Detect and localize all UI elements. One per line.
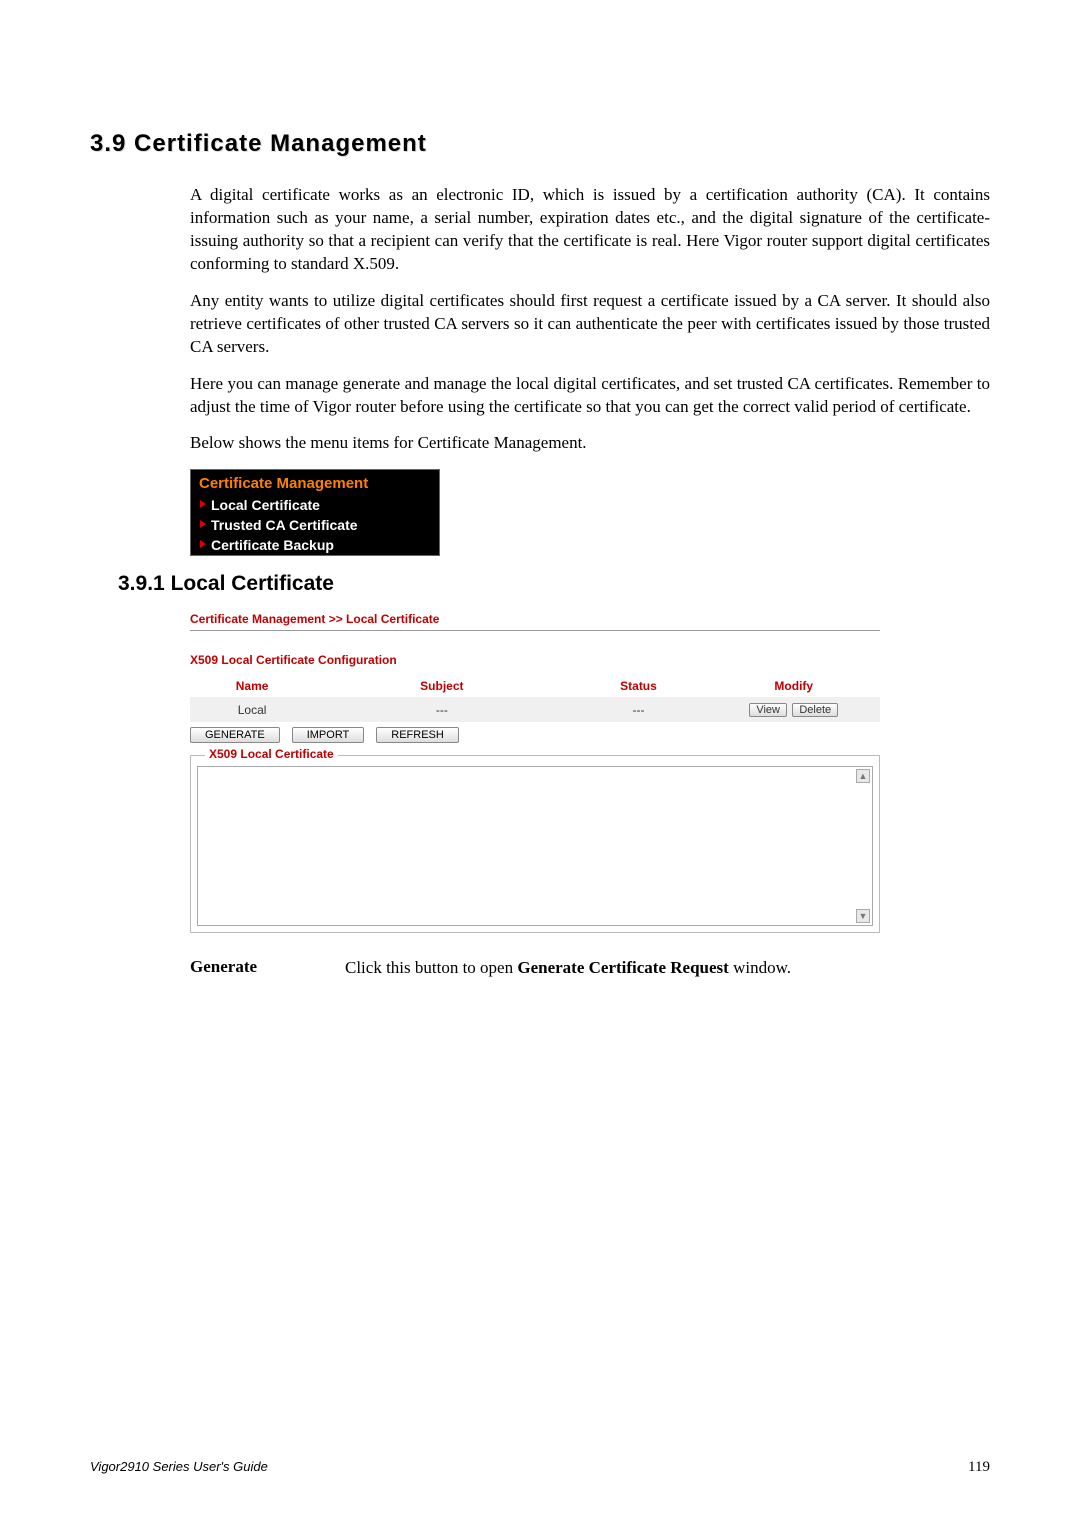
generate-button[interactable]: GENERATE xyxy=(190,727,280,743)
local-certificate-panel: Certificate Management >> Local Certific… xyxy=(190,606,880,933)
footer-guide-title: Vigor2910 Series User's Guide xyxy=(90,1459,268,1476)
sidebar-menu: Certificate Management Local Certificate… xyxy=(190,469,440,556)
subsection-title-text: Local Certificate xyxy=(171,572,334,595)
table-header-row: Name Subject Status Modify xyxy=(190,675,880,697)
table-row: Local --- --- View Delete xyxy=(190,697,880,722)
sidebar-menu-title: Certificate Management xyxy=(191,470,439,495)
x509-fieldset: X509 Local Certificate ▲ ▼ xyxy=(190,755,880,933)
paragraph-4: Below shows the menu items for Certifica… xyxy=(190,432,990,455)
breadcrumb: Certificate Management >> Local Certific… xyxy=(190,606,880,631)
view-button[interactable]: View xyxy=(749,703,787,717)
cell-name: Local xyxy=(190,697,314,722)
col-name: Name xyxy=(190,675,314,697)
sidebar-item-label: Trusted CA Certificate xyxy=(211,517,358,533)
config-section-title: X509 Local Certificate Configuration xyxy=(190,653,880,667)
sidebar-item-certificate-backup[interactable]: Certificate Backup xyxy=(191,535,439,555)
fieldset-legend: X509 Local Certificate xyxy=(205,747,338,761)
section-heading: 3.9 Certificate Management xyxy=(90,130,990,158)
refresh-button[interactable]: REFRESH xyxy=(376,727,459,743)
delete-button[interactable]: Delete xyxy=(792,703,838,717)
certificate-table: Name Subject Status Modify Local --- ---… xyxy=(190,675,880,722)
paragraph-2: Any entity wants to utilize digital cert… xyxy=(190,290,990,359)
col-modify: Modify xyxy=(707,675,880,697)
sidebar-item-label: Local Certificate xyxy=(211,497,320,513)
description-label: Generate xyxy=(190,957,345,980)
col-subject: Subject xyxy=(314,675,569,697)
cell-modify: View Delete xyxy=(707,697,880,722)
section-number: 3.9 xyxy=(90,130,126,157)
sidebar-item-trusted-ca[interactable]: Trusted CA Certificate xyxy=(191,515,439,535)
paragraph-3: Here you can manage generate and manage … xyxy=(190,373,990,419)
cell-status: --- xyxy=(569,697,707,722)
paragraph-1: A digital certificate works as an electr… xyxy=(190,184,990,276)
desc-prefix: Click this button to open xyxy=(345,958,517,977)
sidebar-item-local-certificate[interactable]: Local Certificate xyxy=(191,495,439,515)
desc-bold: Generate Certificate Request xyxy=(517,958,728,977)
description-row: Generate Click this button to open Gener… xyxy=(190,957,990,980)
scroll-down-icon[interactable]: ▼ xyxy=(856,909,870,923)
description-text: Click this button to open Generate Certi… xyxy=(345,957,990,980)
import-button[interactable]: IMPORT xyxy=(292,727,365,743)
subsection-number: 3.9.1 xyxy=(118,572,165,595)
scroll-up-icon[interactable]: ▲ xyxy=(856,769,870,783)
action-button-row: GENERATE IMPORT REFRESH xyxy=(190,727,880,743)
footer-page-number: 119 xyxy=(968,1459,990,1476)
certificate-textarea[interactable]: ▲ ▼ xyxy=(197,766,873,926)
subsection-heading: 3.9.1 Local Certificate xyxy=(118,572,990,596)
page-footer: Vigor2910 Series User's Guide 119 xyxy=(90,1459,990,1476)
sidebar-item-label: Certificate Backup xyxy=(211,537,334,553)
cell-subject: --- xyxy=(314,697,569,722)
section-title-text: Certificate Management xyxy=(134,130,427,157)
col-status: Status xyxy=(569,675,707,697)
desc-suffix: window. xyxy=(729,958,791,977)
